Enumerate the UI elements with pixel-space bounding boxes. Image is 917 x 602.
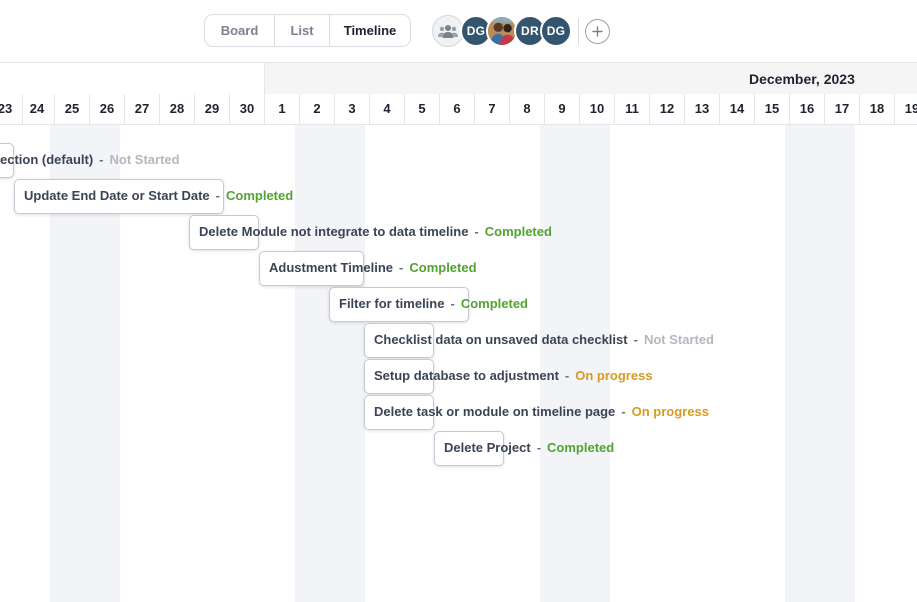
timeline-header: December, 2023 23 24 25 26 27 28 29 30 1… — [0, 63, 917, 125]
task-label[interactable]: Adustment Timeline - Completed — [269, 258, 477, 278]
task-label[interactable]: Delete task or module on timeline page - O… — [374, 402, 709, 422]
task-title: Delete Module not integrate to data time… — [199, 224, 469, 239]
day-cell: 17 — [825, 94, 860, 124]
task-status: Not Started — [109, 152, 180, 167]
view-switcher: Board List Timeline — [204, 14, 411, 47]
task-status: Not Started — [643, 332, 714, 347]
task-title: Checklist data on unsaved data checklist — [374, 332, 628, 347]
tab-list[interactable]: List — [275, 15, 330, 46]
day-cell: 15 — [755, 94, 790, 124]
task-title: Setup database to adjustment — [374, 368, 559, 383]
task-label[interactable]: Delete Project - Completed — [444, 438, 614, 458]
task-separator: - — [633, 332, 638, 347]
day-cell: 9 — [545, 94, 580, 124]
task-separator: - — [474, 224, 479, 239]
task-status: Completed — [547, 440, 615, 455]
task-status: Completed — [409, 260, 477, 275]
day-cell: 25 — [55, 94, 90, 124]
day-cell: 24 — [20, 94, 55, 124]
day-cell: 3 — [335, 94, 370, 124]
task-separator: - — [450, 296, 455, 311]
task-label[interactable]: Delete Module not integrate to data time… — [199, 222, 552, 242]
tab-timeline[interactable]: Timeline — [330, 15, 410, 46]
task-status: Completed — [460, 296, 528, 311]
avatar[interactable]: DG — [540, 15, 572, 47]
day-cell: 14 — [720, 94, 755, 124]
task-label[interactable]: Update End Date or Start Date - Completed — [24, 186, 293, 206]
task-separator: - — [215, 188, 220, 203]
task-label[interactable]: Setup database to adjustment - On progress — [374, 366, 653, 386]
task-label[interactable]: ection (default) - Not Started — [0, 150, 180, 170]
month-cell-november — [0, 63, 265, 94]
timeline-grid: ection (default) - Not Started Update End … — [0, 125, 917, 602]
toolbar-divider — [578, 18, 579, 45]
task-title: Update End Date or Start Date — [24, 188, 210, 203]
task-title: Delete Project — [444, 440, 531, 455]
task-separator: - — [399, 260, 404, 275]
plus-icon — [592, 26, 603, 37]
day-cell: 6 — [440, 94, 475, 124]
task-separator: - — [536, 440, 542, 455]
task-separator: - — [621, 404, 626, 419]
weekend-band — [295, 125, 365, 602]
day-cell: 30 — [230, 94, 265, 124]
timeline-toolbar: Board List Timeline DG DR DG — [0, 0, 917, 63]
task-separator: - — [564, 368, 570, 383]
task-title: Adustment Timeline — [269, 260, 394, 275]
task-label[interactable]: Checklist data on unsaved data checklist… — [374, 330, 714, 350]
day-row: 23 24 25 26 27 28 29 30 1 2 3 4 5 6 7 8 … — [0, 94, 917, 125]
task-status: Completed — [484, 224, 552, 239]
task-status: On progress — [575, 368, 653, 383]
task-status: On progress — [631, 404, 709, 419]
add-member-button[interactable] — [585, 19, 610, 44]
task-title: Filter for timeline — [339, 296, 445, 311]
day-cell: 7 — [475, 94, 510, 124]
weekend-band — [540, 125, 610, 602]
day-cell: 8 — [510, 94, 545, 124]
day-cell: 5 — [405, 94, 440, 124]
user-photo-icon — [488, 17, 516, 45]
day-cell: 27 — [125, 94, 160, 124]
day-cell: 2 — [300, 94, 335, 124]
day-cell: 10 — [580, 94, 615, 124]
task-title: Delete task or module on timeline page — [374, 404, 616, 419]
people-icon — [438, 25, 458, 38]
task-separator: - — [99, 152, 104, 167]
task-title: ection (default) — [0, 152, 94, 167]
day-cell: 1 — [265, 94, 300, 124]
task-status: Completed — [226, 188, 294, 203]
day-cell: 12 — [650, 94, 685, 124]
tab-board[interactable]: Board — [205, 15, 275, 46]
month-label: December, 2023 — [749, 71, 855, 87]
day-cell: 4 — [370, 94, 405, 124]
day-cell: 19 — [895, 94, 917, 124]
day-cell: 13 — [685, 94, 720, 124]
month-row: December, 2023 — [0, 63, 917, 94]
day-cell: 18 — [860, 94, 895, 124]
day-cell: 16 — [790, 94, 825, 124]
day-cell: 29 — [195, 94, 230, 124]
task-label[interactable]: Filter for timeline - Completed — [339, 294, 528, 314]
day-cell: 11 — [615, 94, 650, 124]
day-cell: 28 — [160, 94, 195, 124]
day-cell: 26 — [90, 94, 125, 124]
weekend-band — [785, 125, 855, 602]
